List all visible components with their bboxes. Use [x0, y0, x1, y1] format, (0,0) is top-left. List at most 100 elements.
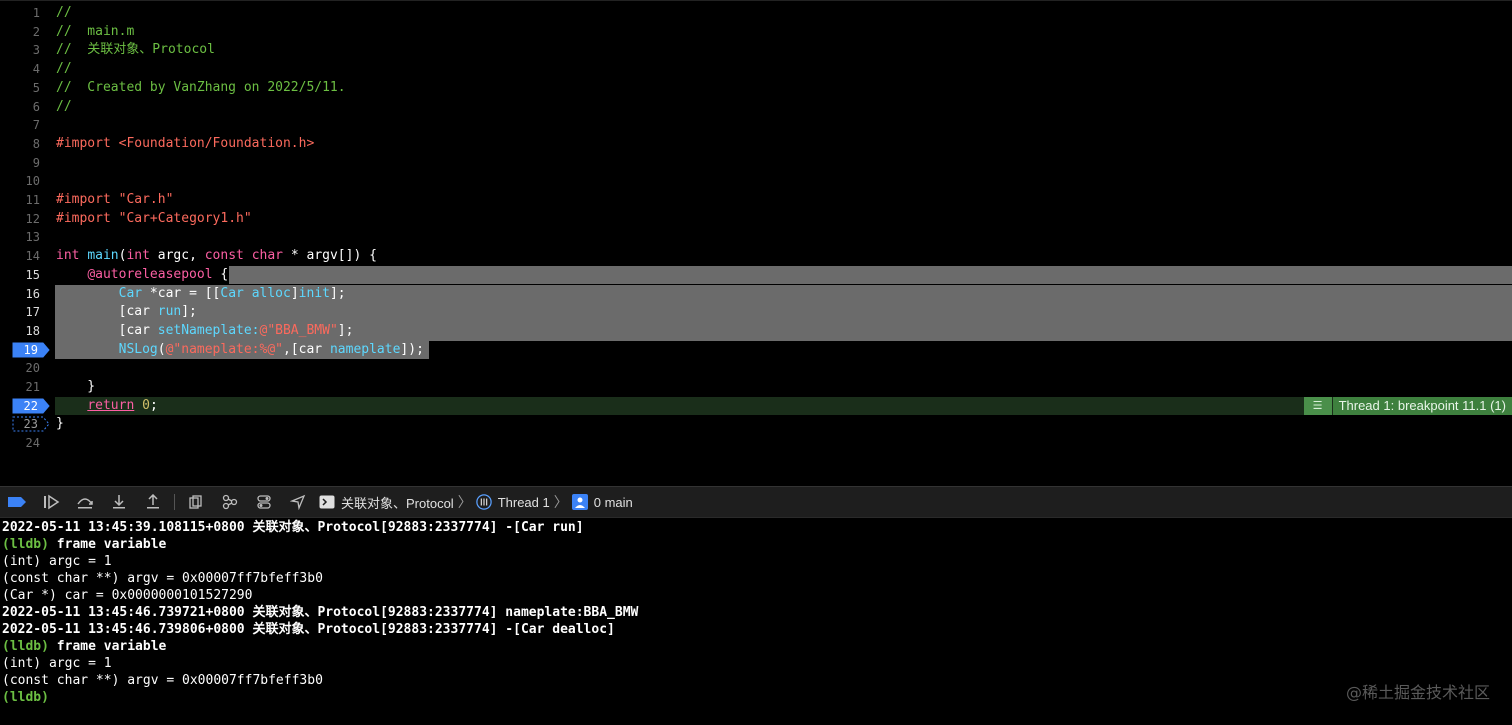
debug-toolbar: 关联对象、Protocol 〉 Thread 1 〉 0 main	[0, 486, 1512, 518]
code-line[interactable]: 4 //	[0, 60, 1512, 79]
chevron-right-icon: 〉	[553, 494, 568, 510]
code-line[interactable]: 8 #import <Foundation/Foundation.h>	[0, 135, 1512, 154]
debug-view-hierarchy-icon	[189, 495, 202, 509]
code-text: return 0;	[87, 397, 158, 413]
line-number: 15	[25, 267, 40, 282]
breakpoint-icon[interactable]: 19	[12, 342, 50, 358]
line-number: 5	[32, 80, 40, 95]
code-line[interactable]: 20	[0, 359, 1512, 378]
console-output-line: 2022-05-11 13:45:46.739806+0800 关联对象、Pro…	[2, 622, 615, 637]
environment-overrides-button[interactable]	[247, 487, 281, 517]
code-line[interactable]: 3 // 关联对象、Protocol	[0, 41, 1512, 60]
step-over-icon	[77, 498, 93, 509]
line-number: 9	[32, 155, 40, 170]
code-line[interactable]: 24	[0, 434, 1512, 453]
debug-console[interactable]: 2022-05-11 13:45:39.108115+0800 关联对象、Pro…	[0, 518, 1512, 725]
breakpoint-icon[interactable]: 22	[12, 398, 50, 414]
console-output-line: (const char **) argv = 0x00007ff7bfeff3b…	[2, 673, 323, 688]
code-line[interactable]: 5 // Created by VanZhang on 2022/5/11.	[0, 79, 1512, 98]
code-line[interactable]: 15 @autoreleasepool {	[0, 266, 1512, 285]
line-number: 23	[23, 417, 38, 432]
lldb-prompt: (lldb)	[2, 690, 49, 705]
step-out-button[interactable]	[136, 487, 170, 517]
line-number: 3	[32, 43, 40, 58]
step-over-button[interactable]	[68, 487, 102, 517]
code-text: // main.m	[56, 23, 135, 39]
code-line[interactable]: 21 }	[0, 378, 1512, 397]
console-output-line: (int) argc = 1	[2, 656, 112, 671]
line-number: 22	[23, 398, 38, 413]
simulate-location-button[interactable]	[281, 487, 315, 517]
code-line[interactable]: 17 [car run];	[0, 303, 1512, 322]
line-number: 8	[32, 136, 40, 151]
line-number: 2	[32, 24, 40, 39]
chevron-right-icon: 〉	[457, 494, 472, 510]
line-number: 6	[32, 99, 40, 114]
line-number: 1	[32, 6, 40, 20]
breadcrumb: 关联对象、Protocol 〉 Thread 1 〉 0 main	[319, 492, 633, 512]
line-number: 4	[32, 62, 40, 77]
line-number: 17	[25, 305, 40, 320]
terminal-icon	[319, 494, 335, 510]
code-text: }	[56, 416, 64, 432]
memory-graph-button[interactable]	[213, 487, 247, 517]
code-text: #import <Foundation/Foundation.h>	[56, 135, 315, 151]
lldb-prompt: (lldb)	[2, 639, 49, 654]
debug-view-hierarchy-button[interactable]	[179, 487, 213, 517]
line-number: 11	[25, 193, 40, 207]
continue-icon	[44, 494, 60, 510]
code-line[interactable]: 2 // main.m	[0, 23, 1512, 42]
line-number: 19	[23, 342, 38, 357]
code-text: NSLog(@"nameplate:%@",[car nameplate]);	[118, 341, 424, 357]
code-line[interactable]: 13	[0, 228, 1512, 247]
code-line[interactable]: 22 return 0;	[0, 397, 1512, 416]
code-line[interactable]: 19 NSLog(@"nameplate:%@",[car nameplate]…	[0, 341, 1512, 360]
code-text: @autoreleasepool {	[87, 266, 229, 282]
breadcrumb-thread[interactable]: Thread 1	[498, 495, 550, 510]
line-number: 12	[25, 211, 40, 226]
memory-graph-icon	[222, 494, 238, 510]
lldb-command-line: (lldb) frame variable	[2, 639, 167, 654]
disabled-breakpoint-icon[interactable]: 23	[12, 416, 50, 432]
code-text: [car setNameplate:@"BBA_BMW"];	[56, 322, 354, 338]
toolbar-divider	[174, 494, 175, 510]
console-output-line: (const char **) argv = 0x00007ff7bfeff3b…	[2, 571, 323, 586]
step-into-button[interactable]	[102, 487, 136, 517]
code-line[interactable]: 10	[0, 172, 1512, 191]
code-line[interactable]: 11 #import "Car.h"	[0, 191, 1512, 210]
continue-button[interactable]	[34, 487, 68, 517]
lldb-prompt: (lldb)	[2, 537, 49, 552]
breadcrumb-target[interactable]: 关联对象、Protocol	[341, 493, 454, 512]
line-number: 13	[25, 230, 40, 245]
source-editor[interactable]: 1 // 2 // main.m 3 // 关联对象、Protocol 4 // 5 // Cre…	[0, 0, 1512, 487]
code-text: int main(int argc, const char * argv[]) …	[56, 248, 377, 264]
environment-overrides-icon	[257, 495, 271, 509]
code-text: Car *car = [[Car alloc]init];	[118, 285, 346, 301]
breakpoints-toggle-icon	[8, 497, 26, 507]
code-text: //	[56, 61, 72, 77]
thread-icon	[475, 494, 492, 510]
code-text: #import "Car+Category1.h"	[56, 210, 252, 226]
breadcrumb-frame[interactable]: 0 main	[594, 495, 633, 510]
code-line[interactable]: 7	[0, 116, 1512, 135]
code-line[interactable]: 23}	[0, 415, 1512, 434]
console-output-line: (Car *) car = 0x0000000101527290	[2, 588, 253, 603]
breakpoints-toggle-button[interactable]	[0, 487, 34, 517]
step-out-icon	[147, 494, 159, 509]
console-output-line: 2022-05-11 13:45:46.739721+0800 关联对象、Pro…	[2, 605, 639, 620]
simulate-location-icon	[290, 494, 306, 510]
line-number: 18	[25, 323, 40, 338]
code-text: #import "Car.h"	[56, 192, 174, 207]
code-line[interactable]: 18 [car setNameplate:@"BBA_BMW"];	[0, 322, 1512, 341]
code-line[interactable]: 16 Car *car = [[Car alloc]init];	[0, 285, 1512, 304]
lldb-command-line: (lldb)	[2, 689, 49, 706]
code-line[interactable]: 1 //	[0, 4, 1512, 23]
line-number: 21	[25, 380, 40, 394]
code-line[interactable]: 12 #import "Car+Category1.h"	[0, 210, 1512, 229]
line-number: 7	[32, 118, 40, 133]
code-line[interactable]: 6 //	[0, 98, 1512, 117]
code-line[interactable]: 9	[0, 154, 1512, 173]
stack-frame-icon	[571, 494, 588, 510]
code-text: }	[56, 379, 96, 394]
code-line[interactable]: 14 int main(int argc, const char * argv[]…	[0, 247, 1512, 266]
